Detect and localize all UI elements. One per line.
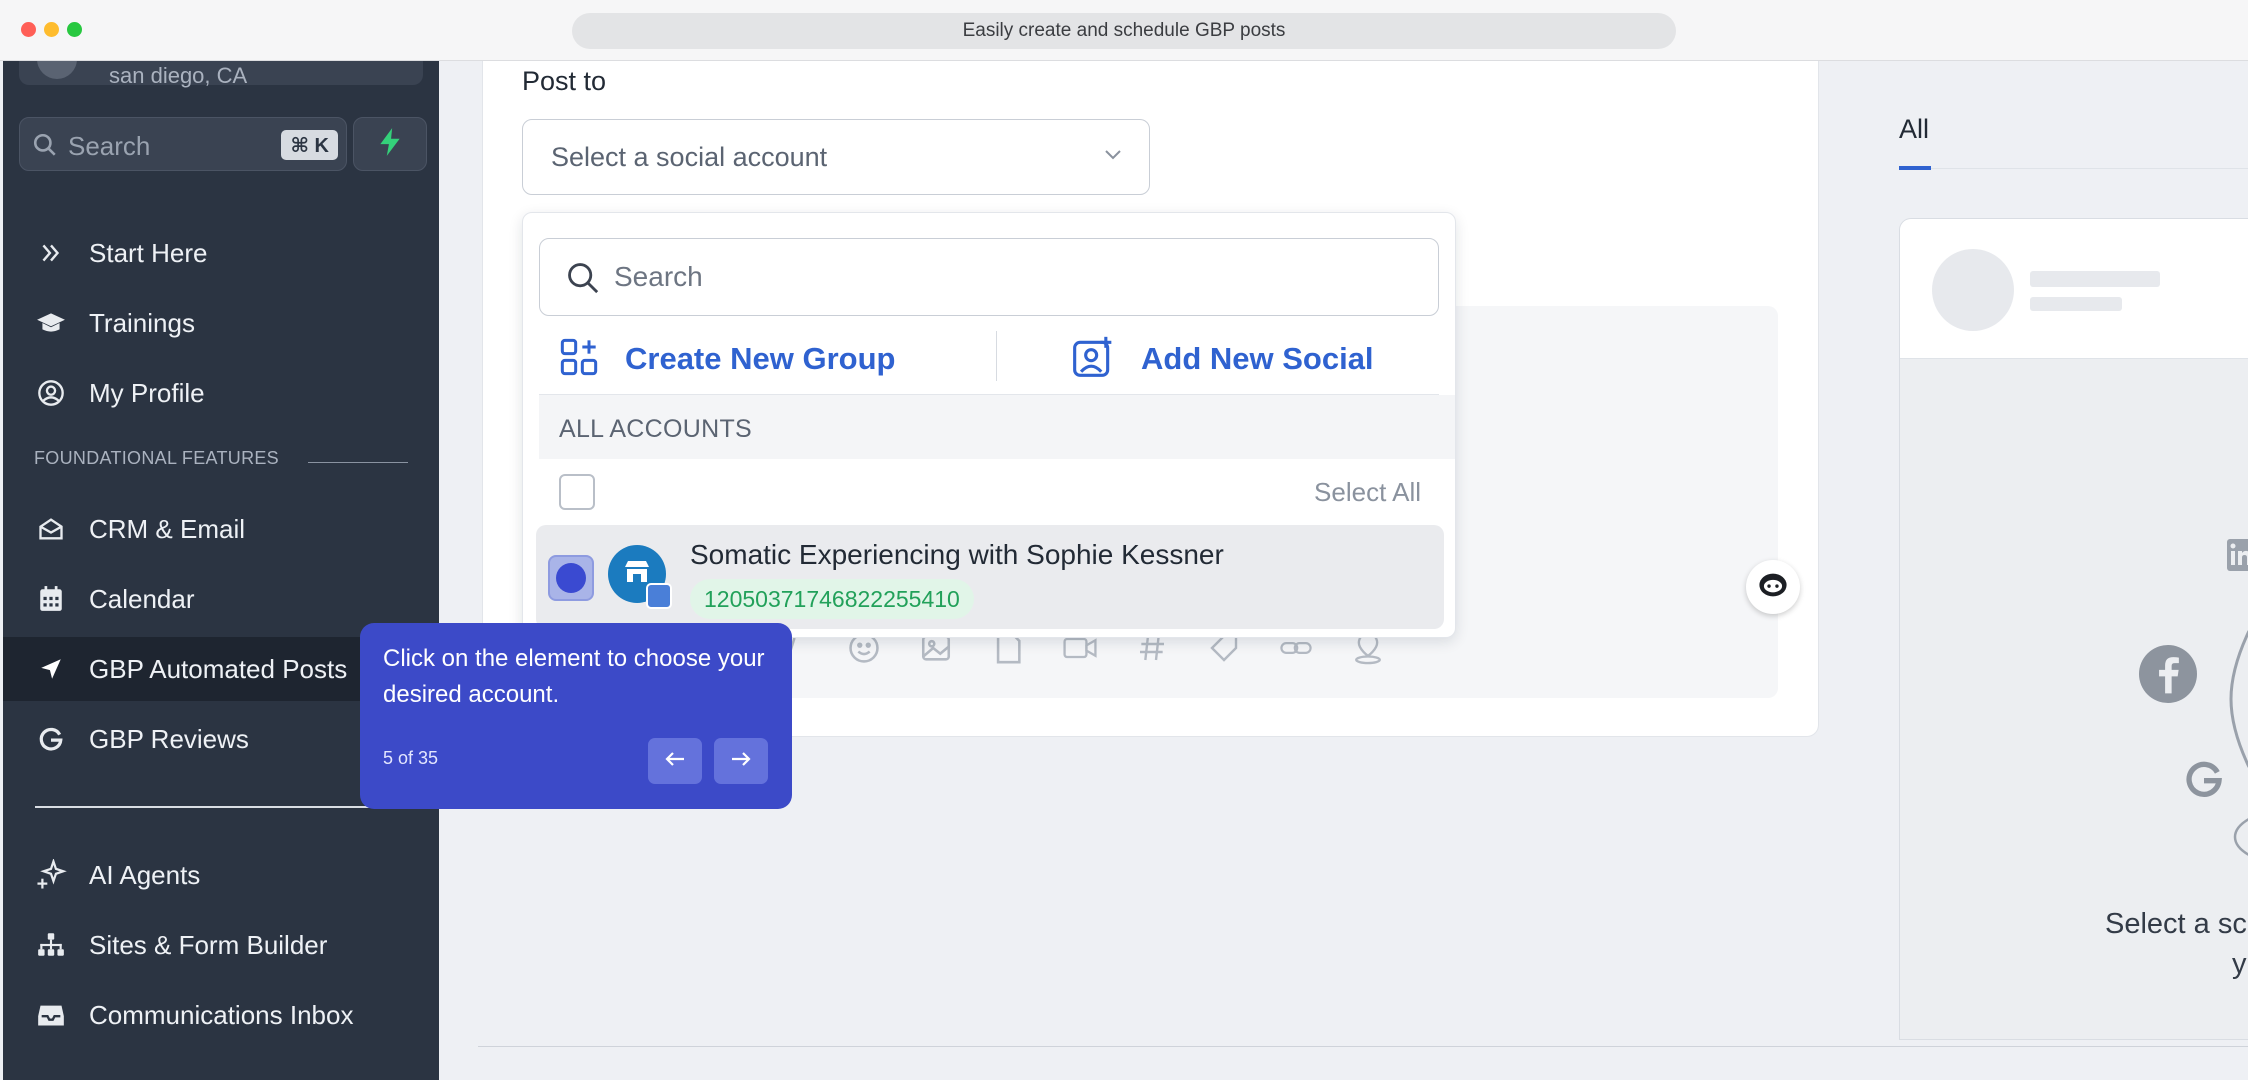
sidebar-item-trainings[interactable]: Trainings xyxy=(3,291,439,355)
arrow-right-icon xyxy=(730,750,752,773)
google-g-icon xyxy=(2184,759,2224,804)
location-name: san diego, CA xyxy=(109,63,248,88)
sidebar: san diego, CA Search ⌘ K Start Here Trai… xyxy=(3,61,439,1080)
sitemap-icon xyxy=(35,929,67,961)
section-divider xyxy=(308,462,408,463)
select-all-button[interactable]: Select All xyxy=(1314,477,1421,508)
tooltip-previous-button[interactable] xyxy=(648,738,702,784)
linkedin-icon xyxy=(2227,539,2248,576)
chat-assistant-button[interactable] xyxy=(1746,560,1800,614)
sidebar-search[interactable]: Search ⌘ K xyxy=(19,117,347,171)
chevron-down-icon xyxy=(1103,148,1123,167)
action-separator xyxy=(996,331,997,381)
tab-rule xyxy=(1931,168,2248,169)
location-switcher[interactable]: san diego, CA xyxy=(19,61,423,88)
close-window-button[interactable] xyxy=(21,22,36,37)
sidebar-item-calendar[interactable]: Calendar xyxy=(3,567,439,631)
sidebar-item-start-here[interactable]: Start Here xyxy=(3,221,439,285)
preview-empty-message-line2: y xyxy=(2232,948,2247,980)
location-avatar xyxy=(37,61,77,79)
account-search-placeholder: Search xyxy=(614,261,703,292)
all-accounts-header: ALL ACCOUNTS xyxy=(539,395,1455,459)
chat-bot-icon xyxy=(1756,570,1790,605)
circle-outline-icon xyxy=(2229,629,2248,774)
tooltip-step-counter: 5 of 35 xyxy=(383,748,439,768)
sidebar-item-label: My Profile xyxy=(89,377,205,408)
quick-actions-button[interactable] xyxy=(353,117,427,171)
google-business-badge xyxy=(646,583,672,609)
sidebar-item-label: Communications Inbox xyxy=(89,999,354,1030)
sidebar-item-label: AI Agents xyxy=(89,859,201,890)
lightning-bolt-icon xyxy=(377,127,403,162)
sidebar-item-label: Start Here xyxy=(89,237,208,268)
tooltip-text: Click on the element to choose your desi… xyxy=(383,645,765,708)
section-title-foundational: FOUNDATIONAL FEATURES xyxy=(34,448,279,468)
active-tab-indicator xyxy=(1899,166,1931,170)
grid-plus-icon xyxy=(559,336,599,383)
sidebar-item-label: Sites & Form Builder xyxy=(89,929,328,960)
address-bar[interactable]: Easily create and schedule GBP posts xyxy=(572,13,1676,49)
user-plus-icon xyxy=(1071,334,1115,385)
search-icon xyxy=(32,132,58,163)
sidebar-item-crm-email[interactable]: CRM & Email xyxy=(3,497,439,561)
social-account-dropdown: Search Create New Group Add New Social A… xyxy=(522,212,1456,638)
select-all-checkbox[interactable] xyxy=(559,474,595,510)
account-id-badge: 12050371746822255410 xyxy=(690,579,974,619)
sidebar-item-sites-form-builder[interactable]: Sites & Form Builder xyxy=(3,913,439,977)
walkthrough-tooltip: Click on the element to choose your desi… xyxy=(360,623,792,809)
circle-outline-icon xyxy=(2233,817,2248,862)
minimize-window-button[interactable] xyxy=(44,22,59,37)
sidebar-item-label: GBP Reviews xyxy=(89,723,249,754)
post-to-label: Post to xyxy=(522,66,607,96)
add-new-social-label: Add New Social xyxy=(1141,341,1374,376)
create-new-group-label: Create New Group xyxy=(625,341,896,376)
tab-all[interactable]: All xyxy=(1899,114,1929,145)
inbox-icon xyxy=(35,999,67,1031)
sidebar-item-communications-inbox[interactable]: Communications Inbox xyxy=(3,983,439,1047)
send-arrow-icon xyxy=(35,653,67,685)
sidebar-item-label: Calendar xyxy=(89,583,195,614)
search-shortcut-badge: ⌘ K xyxy=(281,130,338,160)
preview-header xyxy=(1900,219,2248,359)
sparkle-icon xyxy=(35,859,67,891)
arrow-left-icon xyxy=(664,750,686,773)
sidebar-item-label: Trainings xyxy=(89,307,195,338)
browser-titlebar: Easily create and schedule GBP posts xyxy=(0,0,2248,61)
social-account-select[interactable]: Select a social account xyxy=(522,119,1150,195)
account-name: Somatic Experiencing with Sophie Kessner xyxy=(690,539,1224,570)
preview-skeleton-line xyxy=(2030,297,2122,311)
account-search-input[interactable]: Search xyxy=(539,238,1439,316)
chevrons-right-icon xyxy=(35,237,67,269)
sidebar-item-my-profile[interactable]: My Profile xyxy=(3,361,439,425)
mail-open-icon xyxy=(35,513,67,545)
account-checkbox[interactable] xyxy=(548,555,594,601)
sidebar-item-label: CRM & Email xyxy=(89,513,246,544)
graduation-cap-icon xyxy=(35,307,67,339)
sidebar-item-ai-agents[interactable]: AI Agents xyxy=(3,843,439,907)
preview-empty-message: Select a sc xyxy=(2105,908,2247,940)
calendar-icon xyxy=(35,583,67,615)
tooltip-next-button[interactable] xyxy=(714,738,768,784)
all-accounts-label: ALL ACCOUNTS xyxy=(559,415,753,443)
add-new-social-button[interactable]: Add New Social xyxy=(1071,329,1374,389)
preview-avatar xyxy=(1932,249,2014,331)
user-circle-icon xyxy=(35,377,67,409)
account-row[interactable]: Somatic Experiencing with Sophie Kessner… xyxy=(536,525,1444,629)
sidebar-item-label: GBP Automated Posts xyxy=(89,653,348,684)
search-icon xyxy=(566,261,600,300)
preview-skeleton-line xyxy=(2030,271,2160,287)
google-g-icon xyxy=(35,723,67,755)
facebook-icon xyxy=(2139,645,2197,708)
select-placeholder: Select a social account xyxy=(551,142,828,172)
search-label: Search xyxy=(68,131,151,161)
maximize-window-button[interactable] xyxy=(67,22,82,37)
create-new-group-button[interactable]: Create New Group xyxy=(559,329,895,389)
footer-divider xyxy=(478,1046,2248,1047)
